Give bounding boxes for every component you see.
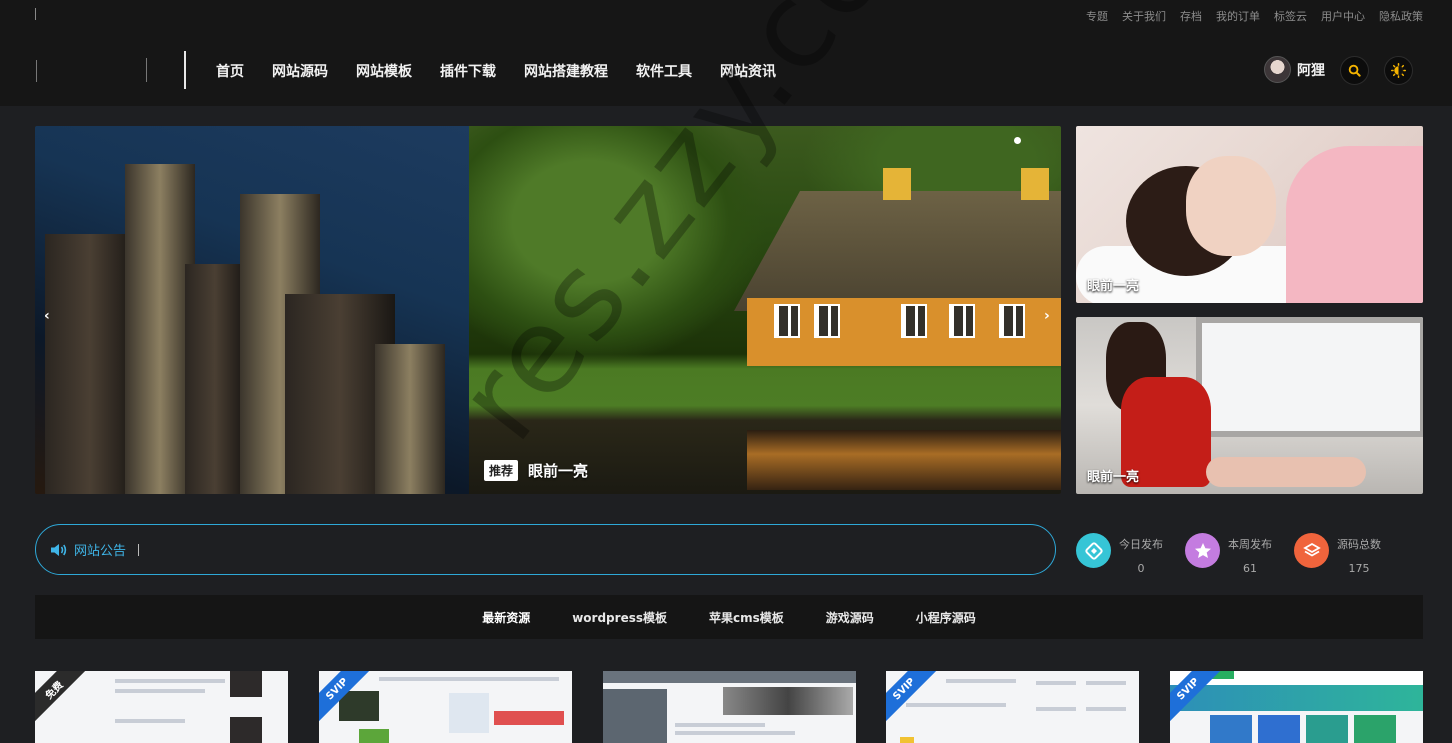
notice-text-cursor [138, 543, 140, 556]
card-badge: 免费 [35, 671, 89, 725]
nav-site-source[interactable]: 网站源码 [272, 61, 328, 81]
side-card-caption[interactable]: 眼前一亮 [1087, 466, 1139, 485]
search-button[interactable] [1340, 56, 1369, 85]
toplink-privacy[interactable]: 隐私政策 [1379, 8, 1423, 24]
star-icon [1185, 533, 1220, 568]
toplink-orders[interactable]: 我的订单 [1216, 8, 1260, 24]
stat-label: 今日发布 [1119, 538, 1163, 551]
tab-miniprogram[interactable]: 小程序源码 [916, 609, 976, 626]
site-logo[interactable] [36, 54, 148, 84]
tab-applecms[interactable]: 苹果cms模板 [709, 609, 784, 626]
notice-label: 网站公告 [74, 544, 127, 559]
slider-dot[interactable] [1014, 137, 1021, 144]
stat-value: 175 [1348, 562, 1370, 575]
logo-mark-right [146, 58, 147, 82]
hero-slider[interactable]: 推荐 眼前一亮 ‹ › [35, 126, 1061, 494]
card-badge: SVIP [886, 671, 940, 725]
theme-toggle-icon [1391, 63, 1406, 78]
toplink-archive[interactable]: 存档 [1180, 8, 1202, 24]
top-links: 专题 关于我们 存档 我的订单 标签云 用户中心 隐私政策 [1086, 8, 1423, 24]
stat-total: 源码总数 175 [1294, 533, 1381, 575]
stat-label: 本周发布 [1228, 538, 1272, 551]
toplink-about[interactable]: 关于我们 [1122, 8, 1166, 24]
tab-latest[interactable]: 最新资源 [482, 609, 530, 626]
user-menu[interactable]: 阿狸 [1264, 56, 1325, 83]
nav-news[interactable]: 网站资讯 [720, 61, 776, 81]
search-icon [1348, 64, 1361, 77]
toplink-user-center[interactable]: 用户中心 [1321, 8, 1365, 24]
toplink-tags[interactable]: 标签云 [1274, 8, 1307, 24]
resource-card[interactable]: 免费 [35, 671, 288, 743]
site-header: 专题 关于我们 存档 我的订单 标签云 用户中心 隐私政策 首页 网站源码 网站… [0, 0, 1452, 106]
logo-separator [184, 51, 186, 89]
resource-card[interactable]: SVIP [319, 671, 572, 743]
topbar-divider [35, 8, 36, 20]
nav-site-templates[interactable]: 网站模板 [356, 61, 412, 81]
stat-today: 今日发布 0 [1076, 533, 1163, 575]
stat-week: 本周发布 61 [1185, 533, 1272, 575]
avatar[interactable] [1264, 56, 1291, 83]
nav-home[interactable]: 首页 [216, 61, 244, 81]
resource-card[interactable]: SVIP [1170, 671, 1423, 743]
nav-software-tools[interactable]: 软件工具 [636, 61, 692, 81]
theme-toggle-button[interactable] [1384, 56, 1413, 85]
main-nav: 首页 网站源码 网站模板 插件下载 网站搭建教程 软件工具 网站资讯 [216, 61, 776, 81]
stat-value: 61 [1243, 562, 1257, 575]
user-name[interactable]: 阿狸 [1297, 60, 1325, 80]
slide-image-house [469, 126, 1061, 494]
nav-tutorials[interactable]: 网站搭建教程 [524, 61, 608, 81]
resource-card[interactable]: SVIP [886, 671, 1139, 743]
tab-game-source[interactable]: 游戏源码 [826, 609, 874, 626]
side-card-1[interactable]: 眼前一亮 [1076, 126, 1423, 303]
nav-plugins[interactable]: 插件下载 [440, 61, 496, 81]
today-publish-icon [1076, 533, 1111, 568]
tab-wordpress[interactable]: wordpress模板 [572, 609, 667, 626]
speaker-icon [51, 543, 67, 556]
stat-value: 0 [1137, 562, 1145, 575]
toplink-topics[interactable]: 专题 [1086, 8, 1108, 24]
slide-title[interactable]: 眼前一亮 [528, 460, 588, 481]
site-notice[interactable]: 网站公告 [35, 524, 1056, 575]
slider-next-icon[interactable]: › [1044, 308, 1050, 324]
resource-tabs: 最新资源 wordpress模板 苹果cms模板 游戏源码 小程序源码 [35, 595, 1423, 639]
stat-label: 源码总数 [1337, 538, 1381, 551]
layers-icon [1294, 533, 1329, 568]
slide-image-city [35, 126, 469, 494]
logo-mark-left [36, 60, 37, 82]
resource-card[interactable] [603, 671, 856, 743]
recommend-tag: 推荐 [484, 460, 519, 481]
side-card-caption[interactable]: 眼前一亮 [1087, 275, 1139, 294]
side-card-2[interactable]: 眼前一亮 [1076, 317, 1423, 494]
slider-prev-icon[interactable]: ‹ [44, 308, 50, 324]
slide-caption[interactable]: 推荐 眼前一亮 [484, 460, 588, 481]
